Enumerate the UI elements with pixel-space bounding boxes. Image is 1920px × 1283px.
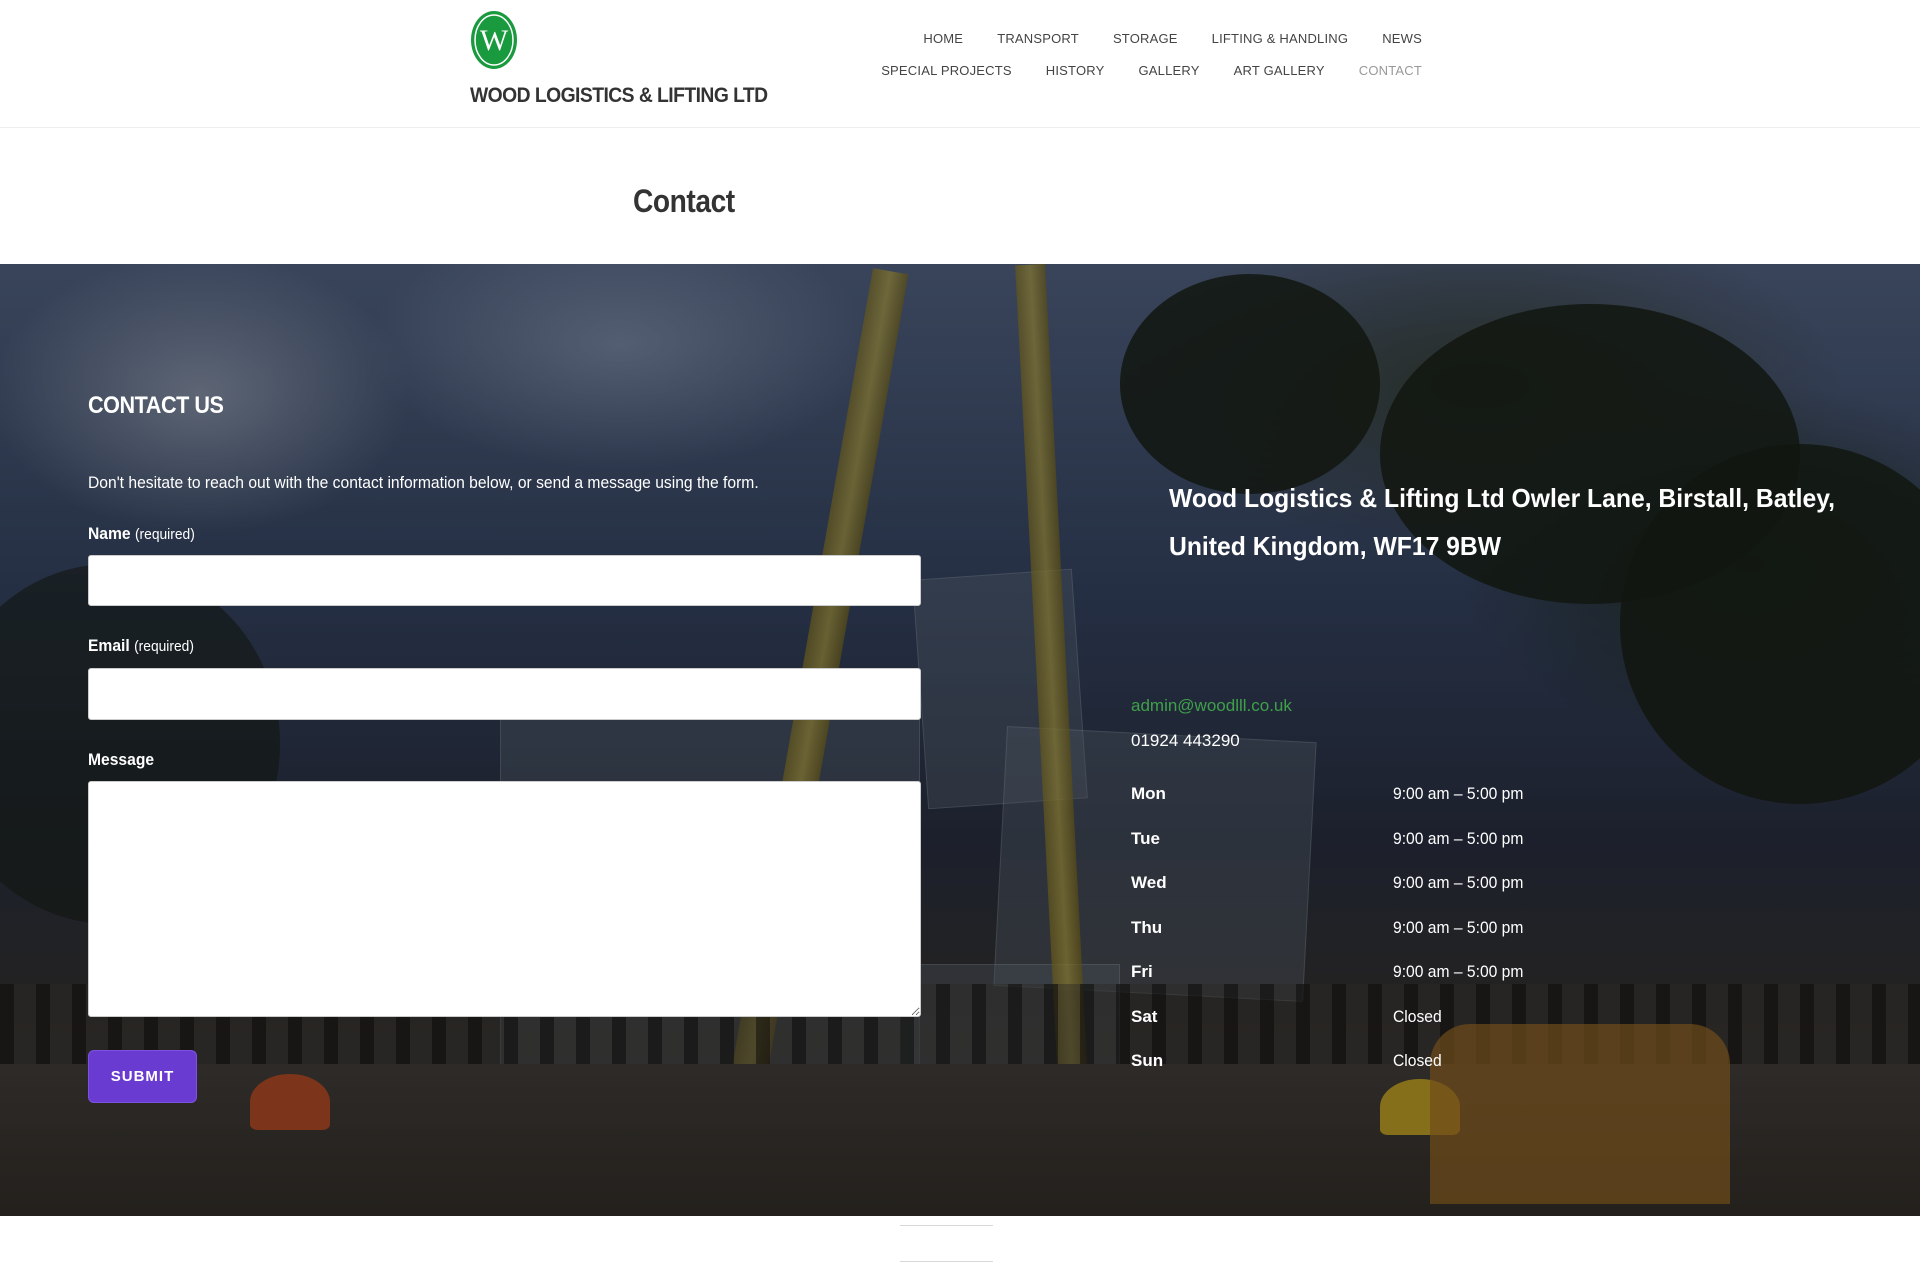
name-label-text: Name <box>88 524 131 543</box>
hours-time: 9:00 am – 5:00 pm <box>1393 962 1524 981</box>
hours-day: Tue <box>1131 828 1160 848</box>
contact-section: CONTACT US Don't hesitate to reach out w… <box>0 264 1920 1216</box>
nav-news[interactable]: NEWS <box>1382 31 1422 46</box>
nav-art-gallery[interactable]: ART GALLERY <box>1234 63 1325 78</box>
hours-time: 9:00 am – 5:00 pm <box>1393 873 1524 892</box>
nav-special-projects[interactable]: SPECIAL PROJECTS <box>881 63 1012 78</box>
email-link[interactable]: admin@woodlll.co.uk <box>1131 696 1292 716</box>
business-address: Wood Logistics & Lifting Ltd Owler Lane,… <box>1169 483 1836 561</box>
nav-history[interactable]: HISTORY <box>1046 63 1105 78</box>
submit-button[interactable]: SUBMIT <box>88 1050 197 1103</box>
hours-row: Mon 9:00 am – 5:00 pm <box>1131 784 1551 829</box>
logo-badge-icon: W <box>471 11 517 69</box>
brand-name: WOOD LOGISTICS & LIFTING LTD <box>470 84 768 107</box>
nav-contact[interactable]: CONTACT <box>1359 63 1422 78</box>
hours-row: Thu 9:00 am – 5:00 pm <box>1131 918 1551 963</box>
hours-time: Closed <box>1393 1051 1442 1070</box>
footer-divider <box>900 1261 993 1262</box>
hours-time: Closed <box>1393 1006 1442 1026</box>
nav-lifting-handling[interactable]: LIFTING & HANDLING <box>1212 31 1349 46</box>
hours-day: Fri <box>1131 962 1153 981</box>
image-overlay <box>0 264 1920 1216</box>
contact-us-heading: CONTACT US <box>88 392 224 419</box>
hours-row: Sun Closed <box>1131 1051 1551 1096</box>
hours-row: Tue 9:00 am – 5:00 pm <box>1131 829 1551 874</box>
message-textarea[interactable] <box>88 781 921 1017</box>
hours-time: 9:00 am – 5:00 pm <box>1393 784 1524 803</box>
message-field-label: Message <box>88 750 154 770</box>
logo-letter: W <box>480 24 509 57</box>
footer-divider <box>900 1225 993 1226</box>
hours-day: Sun <box>1131 1051 1164 1070</box>
name-field-label: Name (required) <box>88 524 195 544</box>
required-note: (required) <box>134 526 195 543</box>
hours-row: Sat Closed <box>1131 1007 1551 1052</box>
contact-intro-text: Don't hesitate to reach out with the con… <box>88 473 759 492</box>
main-nav-row-1: HOME TRANSPORT STORAGE LIFTING & HANDLIN… <box>923 31 1422 46</box>
nav-home[interactable]: HOME <box>923 31 963 46</box>
nav-gallery[interactable]: GALLERY <box>1139 63 1200 78</box>
nav-transport[interactable]: TRANSPORT <box>997 31 1079 46</box>
hours-time: 9:00 am – 5:00 pm <box>1393 828 1524 848</box>
hours-row: Fri 9:00 am – 5:00 pm <box>1131 962 1551 1007</box>
hours-day: Wed <box>1131 873 1167 892</box>
main-nav-row-2: SPECIAL PROJECTS HISTORY GALLERY ART GAL… <box>881 63 1422 78</box>
site-header: W WOOD LOGISTICS & LIFTING LTD HOME TRAN… <box>0 0 1920 128</box>
name-input[interactable] <box>88 555 921 606</box>
hours-time: 9:00 am – 5:00 pm <box>1393 917 1524 937</box>
email-input[interactable] <box>88 668 921 720</box>
phone-number: 01924 443290 <box>1131 731 1240 750</box>
required-note: (required) <box>134 638 194 655</box>
nav-storage[interactable]: STORAGE <box>1113 31 1178 46</box>
site-logo[interactable]: W WOOD LOGISTICS & LIFTING LTD <box>470 10 770 110</box>
page-title: Contact <box>633 183 735 219</box>
hours-day: Thu <box>1131 917 1163 937</box>
email-label-text: Email <box>88 636 130 655</box>
hours-day: Mon <box>1131 784 1166 803</box>
message-label-text: Message <box>88 750 155 769</box>
hours-day: Sat <box>1131 1006 1158 1026</box>
hours-row: Wed 9:00 am – 5:00 pm <box>1131 873 1551 918</box>
business-hours: Mon 9:00 am – 5:00 pm Tue 9:00 am – 5:00… <box>1131 784 1551 1096</box>
email-field-label: Email (required) <box>88 636 194 656</box>
